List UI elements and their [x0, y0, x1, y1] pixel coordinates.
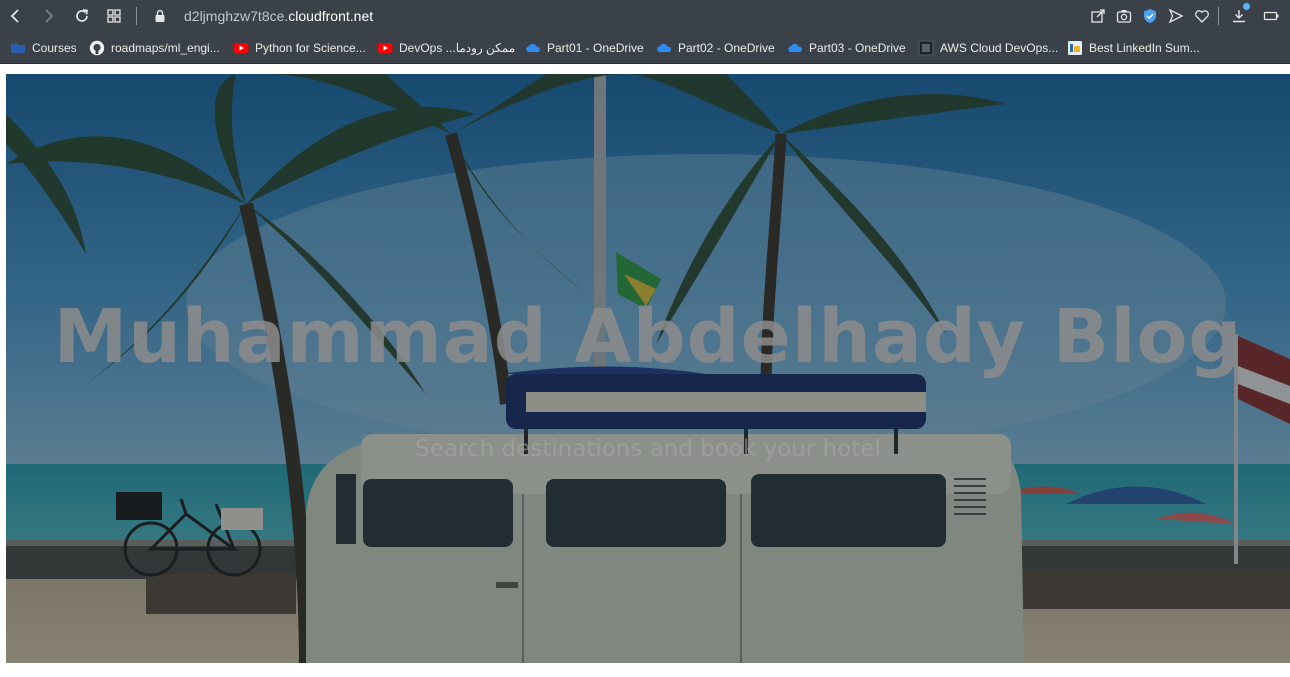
bookmark-part03-onedrive[interactable]: Part03 - OneDrive [787, 40, 906, 56]
browser-toolbar: d2ljmghzw7t8ce.cloudfront.net [0, 0, 1290, 32]
hero-title: Muhammad Abdelhady Blog [53, 294, 1243, 380]
bookmark-label: Part02 - OneDrive [678, 41, 775, 55]
reload-icon[interactable] [72, 6, 92, 26]
aws-icon [918, 40, 934, 56]
onedrive-icon [656, 40, 672, 56]
tabs-grid-icon[interactable] [104, 6, 124, 26]
hero-banner: Muhammad Abdelhady Blog Search destinati… [6, 74, 1290, 663]
url-subdomain: d2ljmghzw7t8ce. [184, 8, 289, 24]
folder-icon [10, 40, 26, 56]
toolbar-divider [136, 7, 137, 25]
github-icon [89, 40, 105, 56]
bookmark-label: AWS Cloud DevOps... [940, 41, 1059, 55]
bookmark-label: roadmaps/ml_engi... [111, 41, 220, 55]
page-content: Muhammad Abdelhady Blog Search destinati… [0, 65, 1290, 677]
bookmark-part01-onedrive[interactable]: Part01 - OneDrive [525, 40, 644, 56]
youtube-icon [377, 40, 393, 56]
bookmark-courses[interactable]: Courses [10, 40, 77, 56]
camera-icon[interactable] [1114, 6, 1134, 26]
linkedin-doc-icon [1067, 40, 1083, 56]
url-domain: cloudfront.net [288, 8, 374, 24]
forward-icon[interactable] [38, 6, 58, 26]
heart-icon[interactable] [1192, 6, 1212, 26]
bookmark-label: DevOps ...ممكن رودما [399, 41, 516, 55]
battery-icon[interactable] [1261, 6, 1281, 26]
bookmark-roadmaps[interactable]: roadmaps/ml_engi... [89, 40, 220, 56]
bookmark-python-science[interactable]: Python for Science... [233, 40, 366, 56]
lock-icon[interactable] [150, 6, 170, 26]
send-icon[interactable] [1166, 6, 1186, 26]
bookmark-aws-devops[interactable]: AWS Cloud DevOps... [918, 40, 1058, 56]
address-bar[interactable]: d2ljmghzw7t8ce.cloudfront.net [184, 7, 373, 25]
bookmarks-bar: Courses roadmaps/ml_engi... Python for S… [0, 32, 1290, 64]
bookmark-label: Python for Science... [255, 41, 366, 55]
toolbar-divider [1218, 7, 1219, 25]
onedrive-icon [525, 40, 541, 56]
bookmark-label: Part03 - OneDrive [809, 41, 906, 55]
bookmark-devops-roadmap[interactable]: DevOps ...ممكن رودما [377, 40, 515, 56]
bookmark-label: Part01 - OneDrive [547, 41, 644, 55]
shield-icon[interactable] [1140, 6, 1160, 26]
back-icon[interactable] [6, 6, 26, 26]
bookmark-label: Best LinkedIn Sum... [1089, 41, 1200, 55]
bookmark-part02-onedrive[interactable]: Part02 - OneDrive [656, 40, 775, 56]
bookmark-label: Courses [32, 41, 77, 55]
onedrive-icon [787, 40, 803, 56]
bookmark-linkedin-summary[interactable]: Best LinkedIn Sum... [1067, 40, 1200, 56]
share-icon[interactable] [1088, 6, 1108, 26]
download-badge [1243, 3, 1250, 10]
youtube-icon [233, 40, 249, 56]
hero-subtitle: Search destinations and book your hotel [415, 436, 881, 462]
